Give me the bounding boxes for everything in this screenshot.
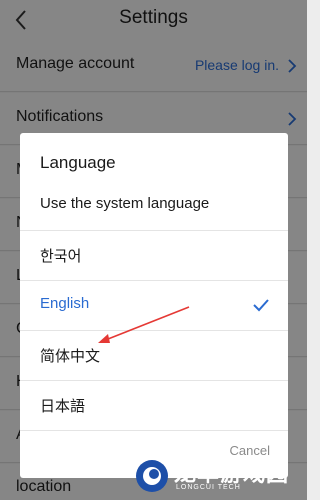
option-label: English [40,295,90,312]
option-english[interactable]: English [20,281,288,331]
watermark-logo-icon [134,458,170,494]
option-simplified-chinese[interactable]: 简体中文 [20,331,288,381]
checkmark-icon [252,296,270,314]
watermark-subtext: LONGCUI TECH [176,484,241,491]
language-dialog: Language Use the system language 한국어 Eng… [20,133,288,478]
watermark: 龙萃游戏园 LONGCUI TECH [130,456,305,498]
option-system-language[interactable]: Use the system language [20,181,288,231]
option-korean[interactable]: 한국어 [20,231,288,281]
option-label: Use the system language [40,195,210,212]
option-label: 简体中文 [40,348,101,365]
dialog-title: Language [40,153,116,172]
option-label: 日本語 [40,398,86,415]
option-japanese[interactable]: 日本語 [20,381,288,431]
option-label: 한국어 [40,248,82,265]
